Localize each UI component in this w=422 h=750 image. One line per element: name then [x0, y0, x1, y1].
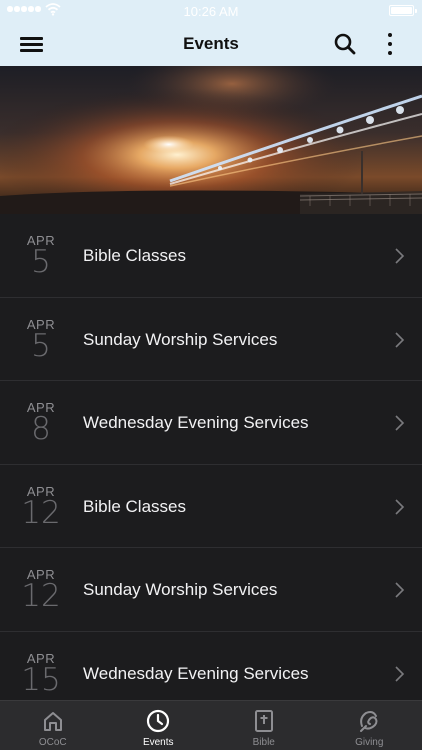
- bible-icon: [254, 710, 273, 732]
- event-title: Wednesday Evening Services: [83, 663, 309, 683]
- tab-label: Bible: [252, 737, 275, 748]
- page-title: Events: [183, 34, 239, 53]
- event-title: Wednesday Evening Services: [83, 413, 309, 432]
- event-title: Bible Classes: [83, 496, 186, 516]
- event-day: 5: [31, 244, 51, 280]
- chevron-right-icon: [395, 248, 405, 264]
- battery-icon: [389, 5, 417, 16]
- chevron-right-icon: [395, 498, 405, 515]
- tab-label: OCoC: [38, 737, 67, 748]
- event-row[interactable]: APR 12 Bible Classes: [0, 464, 422, 548]
- tab-ococ[interactable]: OCoC: [0, 701, 106, 750]
- tab-bible[interactable]: Bible: [211, 701, 317, 750]
- chevron-right-icon: [395, 665, 405, 682]
- tab-label: Giving: [355, 737, 384, 748]
- event-row[interactable]: APR 5 Bible Classes: [0, 214, 422, 298]
- giving-icon: [360, 711, 378, 732]
- home-icon: [43, 712, 62, 731]
- chevron-right-icon: [395, 415, 405, 431]
- event-list: APR 5 Bible Classes APR 5 Sunday Worship…: [0, 214, 422, 700]
- more-options-icon[interactable]: [380, 31, 400, 57]
- event-day: 12: [21, 578, 61, 614]
- event-row[interactable]: APR 12 Sunday Worship Services: [0, 548, 422, 632]
- event-row[interactable]: APR 5 Sunday Worship Services: [0, 297, 422, 381]
- event-day: 5: [31, 327, 51, 364]
- chevron-right-icon: [395, 331, 405, 348]
- tab-bar: OCoC Events Bible Giving: [0, 700, 422, 750]
- event-day: 15: [21, 661, 61, 698]
- event-day: 12: [21, 494, 61, 531]
- event-title: Bible Classes: [83, 246, 186, 265]
- chevron-right-icon: [395, 582, 405, 598]
- event-row[interactable]: APR 8 Wednesday Evening Services: [0, 381, 422, 465]
- tab-giving[interactable]: Giving: [317, 701, 422, 750]
- status-bar: 10:26 AM: [0, 0, 422, 22]
- tab-events[interactable]: Events: [106, 701, 212, 750]
- search-icon[interactable]: [333, 32, 357, 56]
- clock-icon: [147, 709, 170, 733]
- status-time: 10:26 AM: [183, 4, 239, 19]
- tab-label: Events: [142, 737, 174, 748]
- event-row[interactable]: APR 15 Wednesday Evening Services: [0, 631, 422, 700]
- event-title: Sunday Worship Services: [83, 580, 278, 599]
- hero-image: [0, 66, 422, 214]
- event-day: 8: [31, 411, 51, 447]
- nav-bar: Events: [0, 22, 422, 66]
- event-title: Sunday Worship Services: [83, 329, 278, 349]
